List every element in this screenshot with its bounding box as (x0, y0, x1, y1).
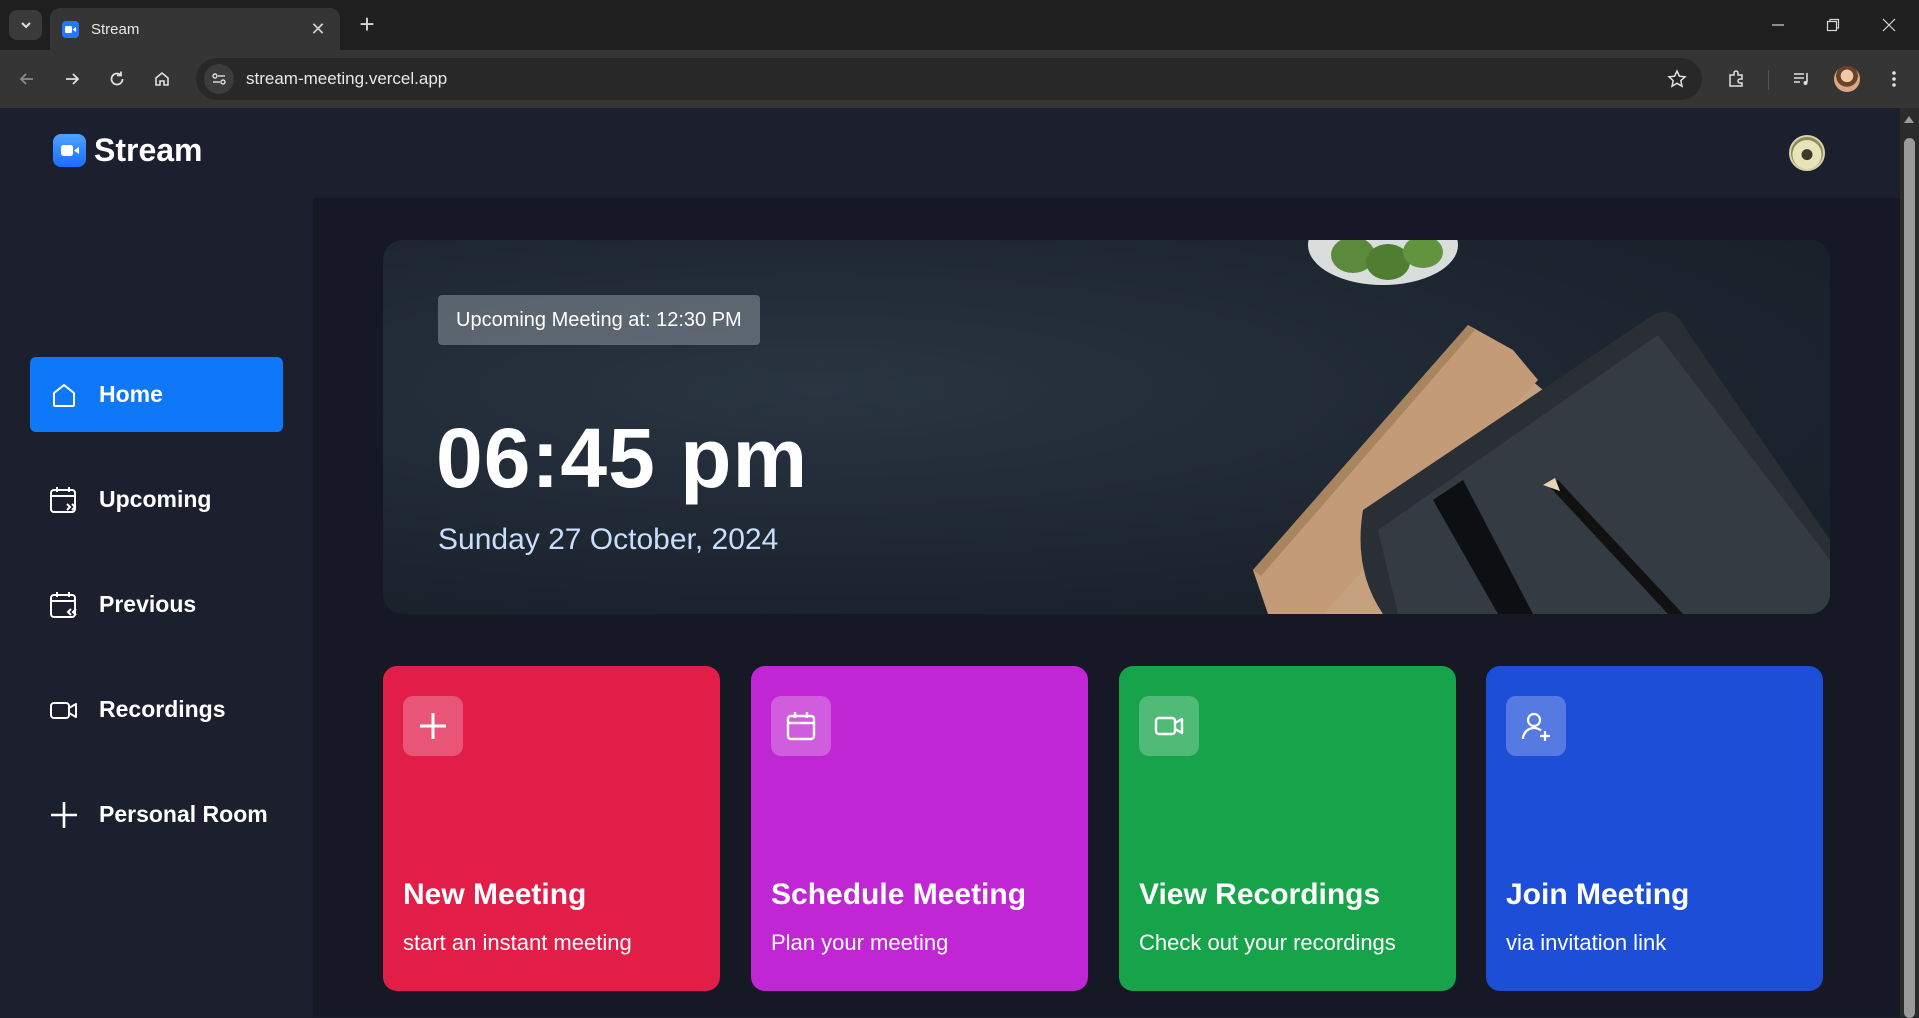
restore-button[interactable] (1813, 10, 1853, 40)
stream-favicon-icon (62, 20, 79, 38)
site-info-icon[interactable] (204, 64, 234, 94)
video-icon (1139, 696, 1199, 756)
minimize-icon (1772, 24, 1784, 26)
minimize-button[interactable] (1758, 10, 1798, 40)
brand-name: Stream (94, 132, 203, 168)
address-bar[interactable]: stream-meeting.vercel.app (196, 58, 1702, 100)
reload-button[interactable] (102, 64, 132, 94)
calendar-upcoming-icon (48, 484, 80, 516)
url-text[interactable]: stream-meeting.vercel.app (246, 69, 1662, 89)
upcoming-meeting-badge: Upcoming Meeting at: 12:30 PM (438, 295, 760, 345)
join-meeting-card[interactable]: Join Meeting via invitation link (1486, 666, 1823, 991)
back-button[interactable] (12, 64, 42, 94)
new-tab-button[interactable]: + (352, 10, 382, 40)
scroll-thumb[interactable] (1904, 138, 1915, 1018)
sidebar-item-previous[interactable]: Previous (30, 567, 283, 642)
close-icon (1882, 18, 1896, 32)
card-title: Schedule Meeting (771, 878, 1027, 911)
sidebar: Home Upcoming Previous Recordings Person… (0, 198, 313, 1017)
app-root: Stream Home Upcoming Previous Recordings… (0, 108, 1900, 1017)
plus-icon (403, 696, 463, 756)
brand-link[interactable]: Stream (53, 132, 203, 169)
home-icon (155, 71, 169, 86)
close-window-button[interactable] (1869, 10, 1909, 40)
add-user-icon (1506, 696, 1566, 756)
reload-icon (110, 71, 124, 86)
top-navbar: Stream (0, 108, 1900, 198)
view-recordings-card[interactable]: View Recordings Check out your recording… (1119, 666, 1456, 991)
card-subtitle: Plan your meeting (771, 930, 949, 955)
tab-search-button[interactable] (9, 10, 42, 40)
tab-title: Stream (91, 20, 140, 38)
sidebar-item-label: Recordings (99, 696, 226, 722)
home-icon (48, 379, 80, 411)
arrow-right-icon (66, 73, 80, 85)
calendar-previous-icon (48, 589, 80, 621)
chevron-down-icon (20, 22, 31, 29)
sidebar-item-label: Home (99, 381, 163, 407)
card-title: New Meeting (403, 878, 587, 911)
browser-toolbar: stream-meeting.vercel.app (0, 50, 1919, 108)
media-control-button[interactable] (1787, 64, 1817, 94)
sidebar-item-home[interactable]: Home (30, 357, 283, 432)
sidebar-item-label: Previous (99, 591, 197, 617)
browser-tab-strip: Stream ✕ + (0, 0, 1919, 50)
forward-button[interactable] (57, 64, 87, 94)
video-icon (48, 694, 80, 726)
scroll-up-icon[interactable] (1904, 116, 1914, 123)
arrow-left-icon (19, 73, 33, 85)
calendar-icon (771, 696, 831, 756)
toolbar-divider (1768, 70, 1769, 90)
hero-banner: Upcoming Meeting at: 12:30 PM 06:45 pm S… (383, 240, 1830, 614)
more-vertical-icon (1892, 71, 1896, 87)
stream-logo-icon (53, 134, 86, 167)
sidebar-item-label: Upcoming (99, 486, 212, 512)
card-title: Join Meeting (1506, 878, 1690, 911)
sidebar-item-recordings[interactable]: Recordings (30, 672, 283, 747)
schedule-meeting-card[interactable]: Schedule Meeting Plan your meeting (751, 666, 1088, 991)
sidebar-item-personal-room[interactable]: Personal Room (30, 777, 283, 852)
current-date: Sunday 27 October, 2024 (438, 523, 779, 556)
home-button[interactable] (147, 64, 177, 94)
playlist-icon (1794, 73, 1808, 85)
notebook-illustration (1253, 240, 1830, 614)
sidebar-item-upcoming[interactable]: Upcoming (30, 462, 283, 537)
browser-profile-avatar[interactable] (1834, 66, 1860, 92)
tab-close-icon[interactable]: ✕ (308, 19, 328, 40)
card-subtitle: Check out your recordings (1139, 930, 1396, 955)
page-scrollbar[interactable] (1900, 108, 1919, 1018)
user-avatar[interactable] (1789, 135, 1825, 171)
card-subtitle: start an instant meeting (403, 930, 632, 955)
bookmark-star-icon[interactable] (1662, 64, 1692, 94)
card-subtitle: via invitation link (1506, 930, 1667, 955)
browser-menu-button[interactable] (1879, 64, 1909, 94)
new-meeting-card[interactable]: New Meeting start an instant meeting (383, 666, 720, 991)
browser-tab[interactable]: Stream ✕ (50, 8, 340, 50)
extensions-button[interactable] (1721, 64, 1751, 94)
current-time: 06:45 pm (436, 411, 809, 505)
card-title: View Recordings (1139, 878, 1381, 911)
plus-icon (48, 799, 80, 831)
puzzle-icon (1729, 70, 1743, 87)
restore-icon (1826, 18, 1840, 32)
sidebar-item-label: Personal Room (99, 801, 268, 827)
